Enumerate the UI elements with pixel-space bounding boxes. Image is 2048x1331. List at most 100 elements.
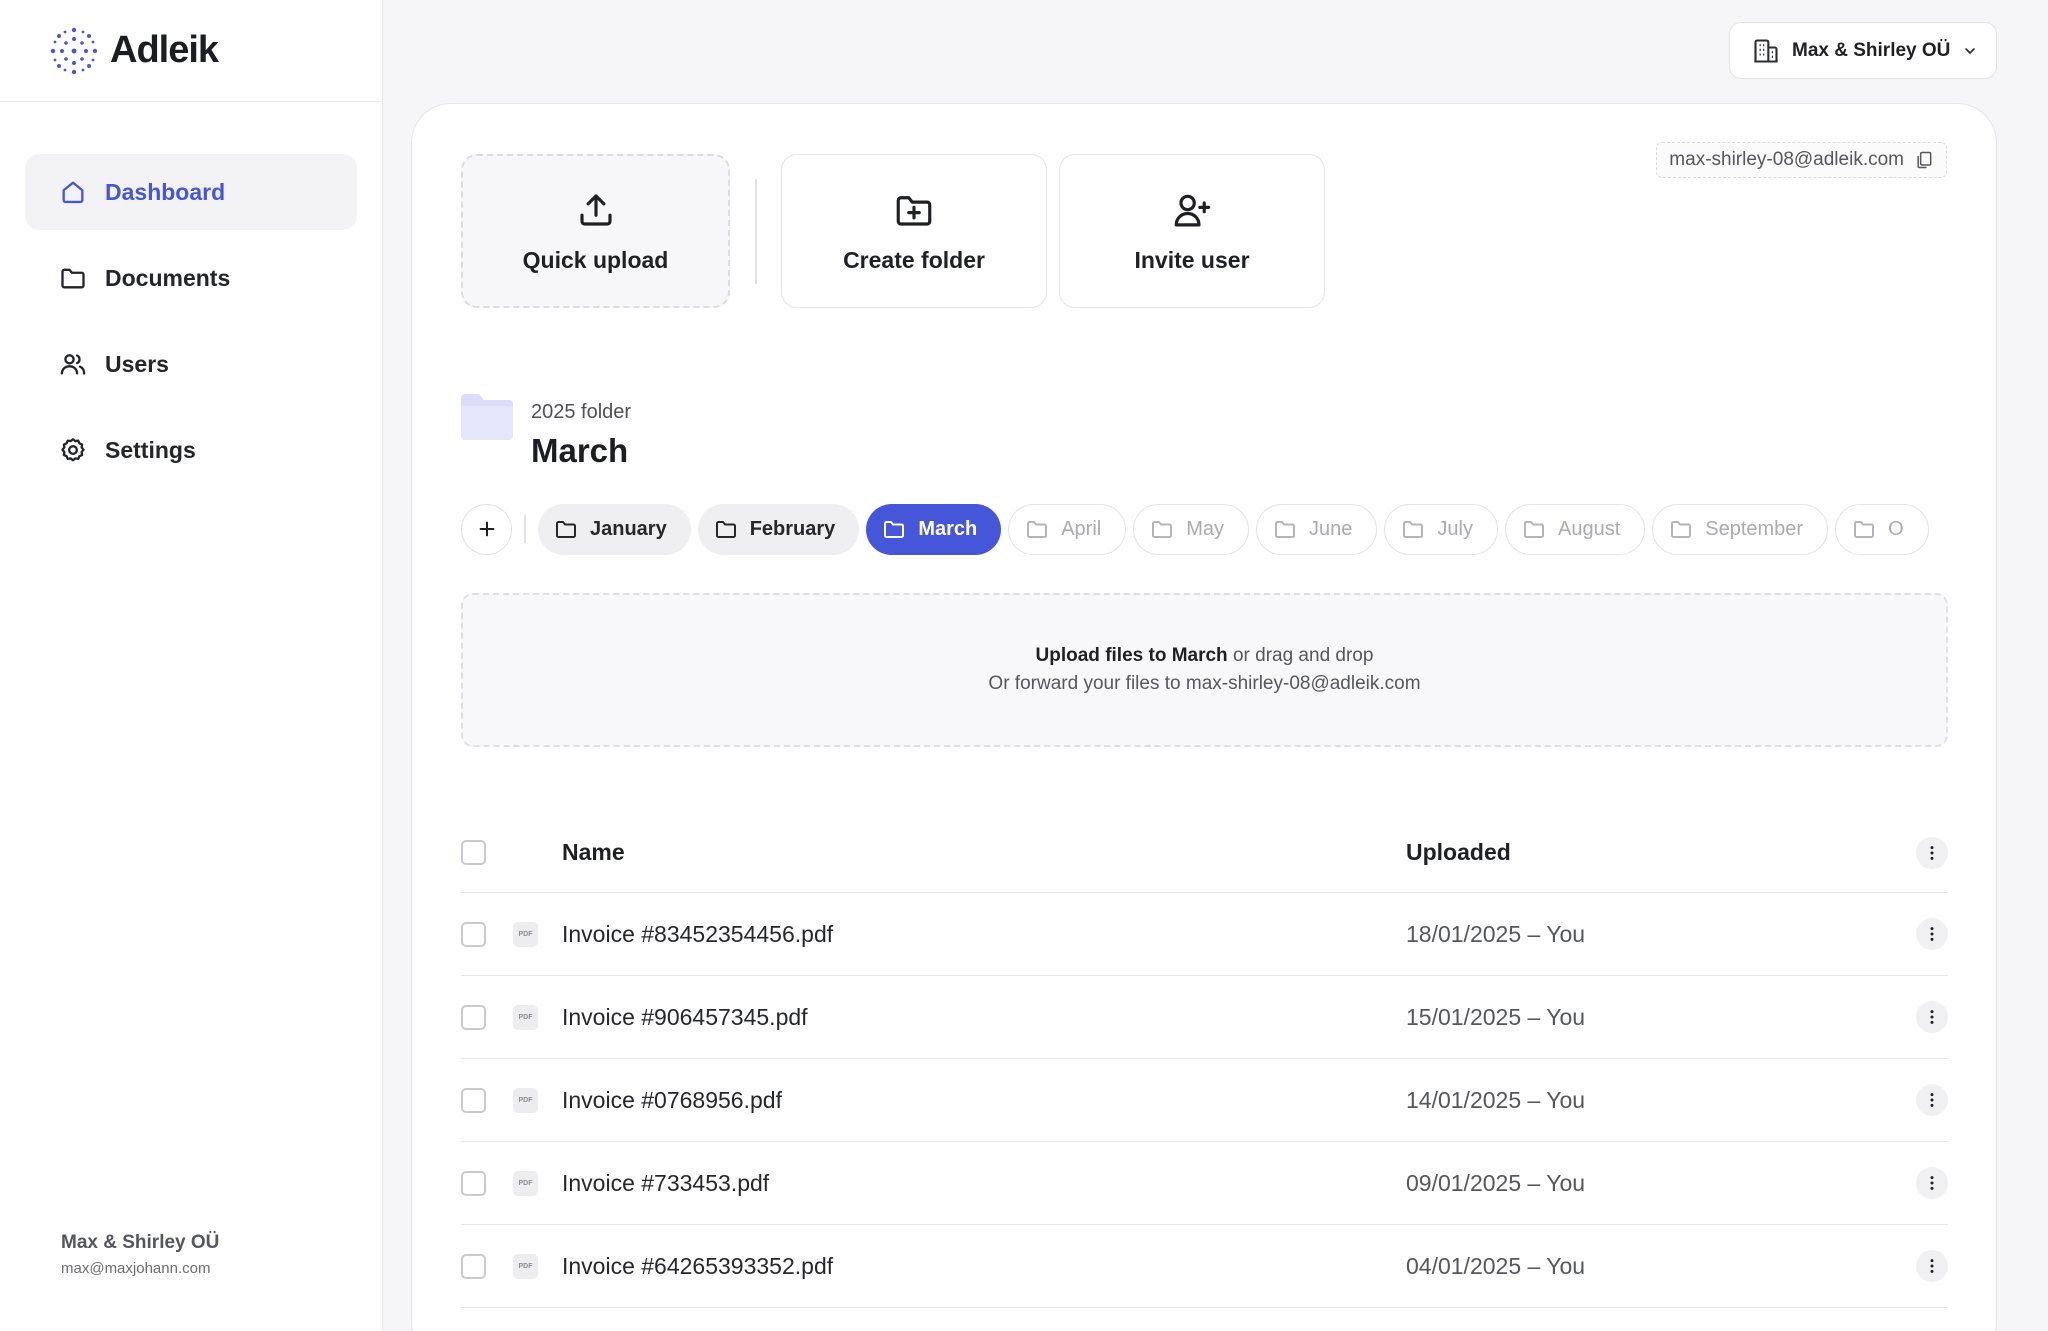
quick-upload-label: Quick upload <box>522 246 669 273</box>
row-checkbox[interactable] <box>461 1004 486 1030</box>
row-checkbox[interactable] <box>461 1253 486 1279</box>
tab-label: June <box>1309 517 1353 540</box>
users-icon <box>60 354 86 375</box>
file-uploaded: 04/01/2025 – You <box>1406 1252 1586 1279</box>
create-folder-button[interactable]: Create folder <box>781 154 1047 308</box>
sidebar-item-label: Settings <box>105 436 196 463</box>
row-checkbox[interactable] <box>461 1170 486 1196</box>
tab-label: March <box>918 517 978 540</box>
brand[interactable]: Adleik <box>0 0 382 102</box>
folder-title-block: 2025 folder March <box>531 394 631 470</box>
main-content: Quick upload Create folder Invite user m… <box>411 103 1997 1331</box>
tab-august[interactable]: August <box>1504 503 1646 555</box>
table-row[interactable]: PDF Invoice #733453.pdf 09/01/2025 – You <box>461 1142 1948 1225</box>
sidebar-item-documents[interactable]: Documents <box>25 240 357 316</box>
tabs-divider <box>524 515 526 543</box>
add-folder-button[interactable] <box>461 503 512 555</box>
sidebar-item-label: Documents <box>105 264 231 291</box>
tab-label: September <box>1705 517 1804 540</box>
tab-label: July <box>1437 517 1473 540</box>
folder-icon <box>556 521 576 538</box>
dropzone-upload-link[interactable]: Upload files to March <box>1036 645 1228 666</box>
table-row[interactable]: PDF Invoice #0768956.pdf 14/01/2025 – You <box>461 1059 1948 1142</box>
more-vertical-icon <box>1930 845 1934 860</box>
pdf-file-icon: PDF <box>513 1004 538 1030</box>
pdf-file-icon: PDF <box>513 921 538 947</box>
tab-june[interactable]: June <box>1256 503 1378 555</box>
tab-label: August <box>1557 517 1621 540</box>
row-options-button[interactable] <box>1916 1167 1948 1199</box>
column-uploaded-header[interactable]: Uploaded <box>1406 839 1511 866</box>
forward-email-text: max-shirley-08@adleik.com <box>1669 149 1904 170</box>
copy-icon[interactable] <box>1914 150 1934 170</box>
folder-icon <box>1152 521 1173 538</box>
tab-march[interactable]: March <box>866 503 1002 555</box>
more-vertical-icon <box>1930 1093 1934 1107</box>
month-tabs: January February March April May June July Augu… <box>461 502 1948 556</box>
tab-january[interactable]: January <box>538 503 691 555</box>
folder-icon <box>1403 521 1424 538</box>
folder-large-icon <box>461 394 513 440</box>
account-email: max@maxjohann.com <box>61 1260 211 1277</box>
tab-label: January <box>590 517 667 540</box>
actions-divider <box>755 179 757 284</box>
file-uploaded: 15/01/2025 – You <box>1406 1003 1586 1030</box>
row-checkbox[interactable] <box>461 921 486 947</box>
tab-may[interactable]: May <box>1133 503 1250 555</box>
tab-label: April <box>1061 517 1102 540</box>
tab-july[interactable]: July <box>1384 503 1498 555</box>
folder-icon <box>1275 521 1296 538</box>
user-plus-icon <box>1174 194 1211 226</box>
invite-user-button[interactable]: Invite user <box>1059 154 1325 308</box>
tab-o[interactable]: O <box>1835 503 1929 555</box>
folder-icon <box>61 268 85 289</box>
dropzone-drag-text: or drag and drop <box>1232 645 1374 666</box>
file-name[interactable]: Invoice #64265393352.pdf <box>562 1253 833 1280</box>
row-options-button[interactable] <box>1916 1084 1948 1116</box>
row-checkbox[interactable] <box>461 1087 486 1113</box>
building-icon <box>1754 38 1778 63</box>
more-vertical-icon <box>1930 1010 1934 1024</box>
table-row[interactable]: PDF Invoice #64265393352.pdf 04/01/2025 – … <box>461 1225 1948 1308</box>
sidebar-item-dashboard[interactable]: Dashboard <box>25 154 357 230</box>
table-row[interactable]: PDF Invoice #906457345.pdf 15/01/2025 – Yo… <box>461 976 1948 1059</box>
adleik-logo-icon <box>50 27 98 74</box>
file-name[interactable]: Invoice #733453.pdf <box>562 1170 769 1197</box>
sidebar-item-settings[interactable]: Settings <box>25 412 357 488</box>
tab-february[interactable]: February <box>697 503 860 555</box>
upload-dropzone[interactable]: Upload files to March or drag and drop O… <box>461 593 1948 747</box>
plus-icon <box>479 521 494 537</box>
invite-user-label: Invite user <box>1134 246 1250 273</box>
folder-icon <box>1027 521 1048 538</box>
sidebar: Adleik Dashboard Documents Users Setting… <box>0 0 383 1331</box>
home-icon <box>62 181 84 204</box>
select-all-checkbox[interactable] <box>461 840 486 865</box>
row-options-button[interactable] <box>1916 918 1948 950</box>
more-vertical-icon <box>1930 1176 1934 1190</box>
file-name[interactable]: Invoice #906457345.pdf <box>562 1004 808 1031</box>
dropzone-line-2: Or forward your files to max-shirley-08@… <box>988 673 1421 694</box>
column-name-header[interactable]: Name <box>562 839 625 866</box>
files-table: Name Uploaded PDF Invoice #83452354456.pd… <box>461 813 1948 1308</box>
folder-icon <box>1854 521 1875 538</box>
file-uploaded: 09/01/2025 – You <box>1406 1169 1586 1196</box>
file-name[interactable]: Invoice #0768956.pdf <box>562 1087 782 1114</box>
row-options-button[interactable] <box>1916 1250 1948 1282</box>
company-selector[interactable]: Max & Shirley OÜ <box>1729 22 1997 79</box>
tab-label: O <box>1888 517 1904 540</box>
gear-icon <box>61 438 85 462</box>
folder-icon <box>884 521 905 538</box>
sidebar-item-label: Dashboard <box>105 178 226 205</box>
tab-april[interactable]: April <box>1008 503 1127 555</box>
table-options-button[interactable] <box>1916 836 1948 869</box>
table-header: Name Uploaded <box>461 813 1948 893</box>
forward-email-chip[interactable]: max-shirley-08@adleik.com <box>1656 142 1947 178</box>
quick-upload-button[interactable]: Quick upload <box>461 154 730 308</box>
account-info[interactable]: Max & Shirley OÜ max@maxjohann.com <box>61 1232 219 1277</box>
brand-name: Adleik <box>110 29 219 71</box>
table-row[interactable]: PDF Invoice #83452354456.pdf 18/01/2025 – … <box>461 893 1948 976</box>
row-options-button[interactable] <box>1916 1001 1948 1033</box>
tab-september[interactable]: September <box>1652 503 1829 555</box>
sidebar-item-users[interactable]: Users <box>25 326 357 402</box>
file-name[interactable]: Invoice #83452354456.pdf <box>562 921 833 948</box>
